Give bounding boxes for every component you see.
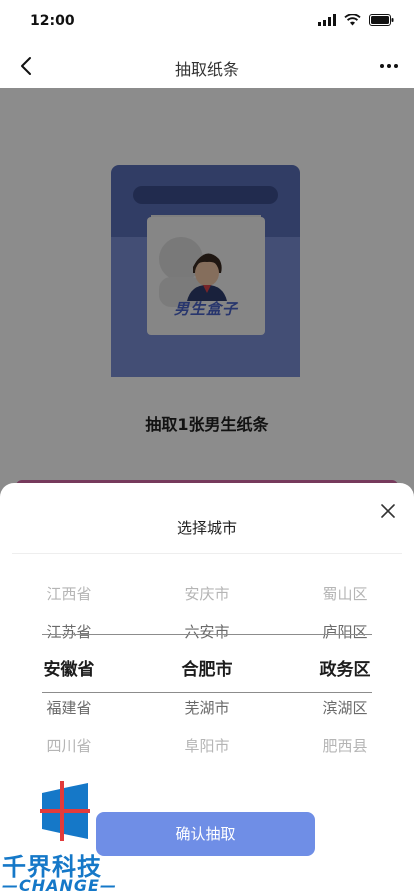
city-picker: 江西省 江苏省 安徽省 福建省 四川省 安庆市 六安市 合肥市 芜湖市 阜阳市 …: [0, 575, 414, 765]
window-logo-icon: [40, 781, 90, 841]
battery-icon: [369, 14, 394, 26]
province-column[interactable]: 江西省 江苏省 安徽省 福建省 四川省: [0, 575, 138, 765]
status-icons: [318, 14, 394, 26]
picker-item[interactable]: 庐阳区: [276, 613, 414, 651]
picker-item[interactable]: 阜阳市: [138, 727, 276, 765]
close-button[interactable]: [376, 499, 400, 523]
picker-item[interactable]: 江西省: [0, 575, 138, 613]
more-dots-icon: [380, 64, 384, 68]
close-icon: [381, 504, 395, 518]
watermark-en: —CHANGE—: [2, 876, 117, 895]
picker-item[interactable]: 六安市: [138, 613, 276, 651]
city-column[interactable]: 安庆市 六安市 合肥市 芜湖市 阜阳市: [138, 575, 276, 765]
picker-indicator-top: [42, 634, 372, 635]
picker-item-selected[interactable]: 政务区: [276, 651, 414, 689]
nav-bar: 抽取纸条: [0, 44, 414, 88]
signal-icon: [318, 14, 336, 26]
watermark-logo: 千界科技 —CHANGE—: [0, 775, 130, 896]
picker-item-selected[interactable]: 安徽省: [0, 651, 138, 689]
status-bar: 12:00: [0, 0, 414, 44]
more-button[interactable]: [376, 54, 402, 78]
picker-item[interactable]: 滨湖区: [276, 689, 414, 727]
sheet-divider: [12, 553, 402, 554]
picker-item[interactable]: 安庆市: [138, 575, 276, 613]
picker-indicator-bottom: [42, 692, 372, 693]
picker-item[interactable]: 江苏省: [0, 613, 138, 651]
more-dot: [394, 64, 398, 68]
more-dot: [387, 64, 391, 68]
picker-item[interactable]: 蜀山区: [276, 575, 414, 613]
district-column[interactable]: 蜀山区 庐阳区 政务区 滨湖区 肥西县: [276, 575, 414, 765]
picker-item[interactable]: 芜湖市: [138, 689, 276, 727]
sheet-title: 选择城市: [176, 519, 237, 537]
picker-item-selected[interactable]: 合肥市: [138, 651, 276, 689]
picker-item[interactable]: 福建省: [0, 689, 138, 727]
page-title: 抽取纸条: [174, 60, 239, 79]
wifi-icon: [344, 14, 361, 26]
picker-item[interactable]: 四川省: [0, 727, 138, 765]
picker-item[interactable]: 肥西县: [276, 727, 414, 765]
status-time: 12:00: [30, 13, 75, 29]
